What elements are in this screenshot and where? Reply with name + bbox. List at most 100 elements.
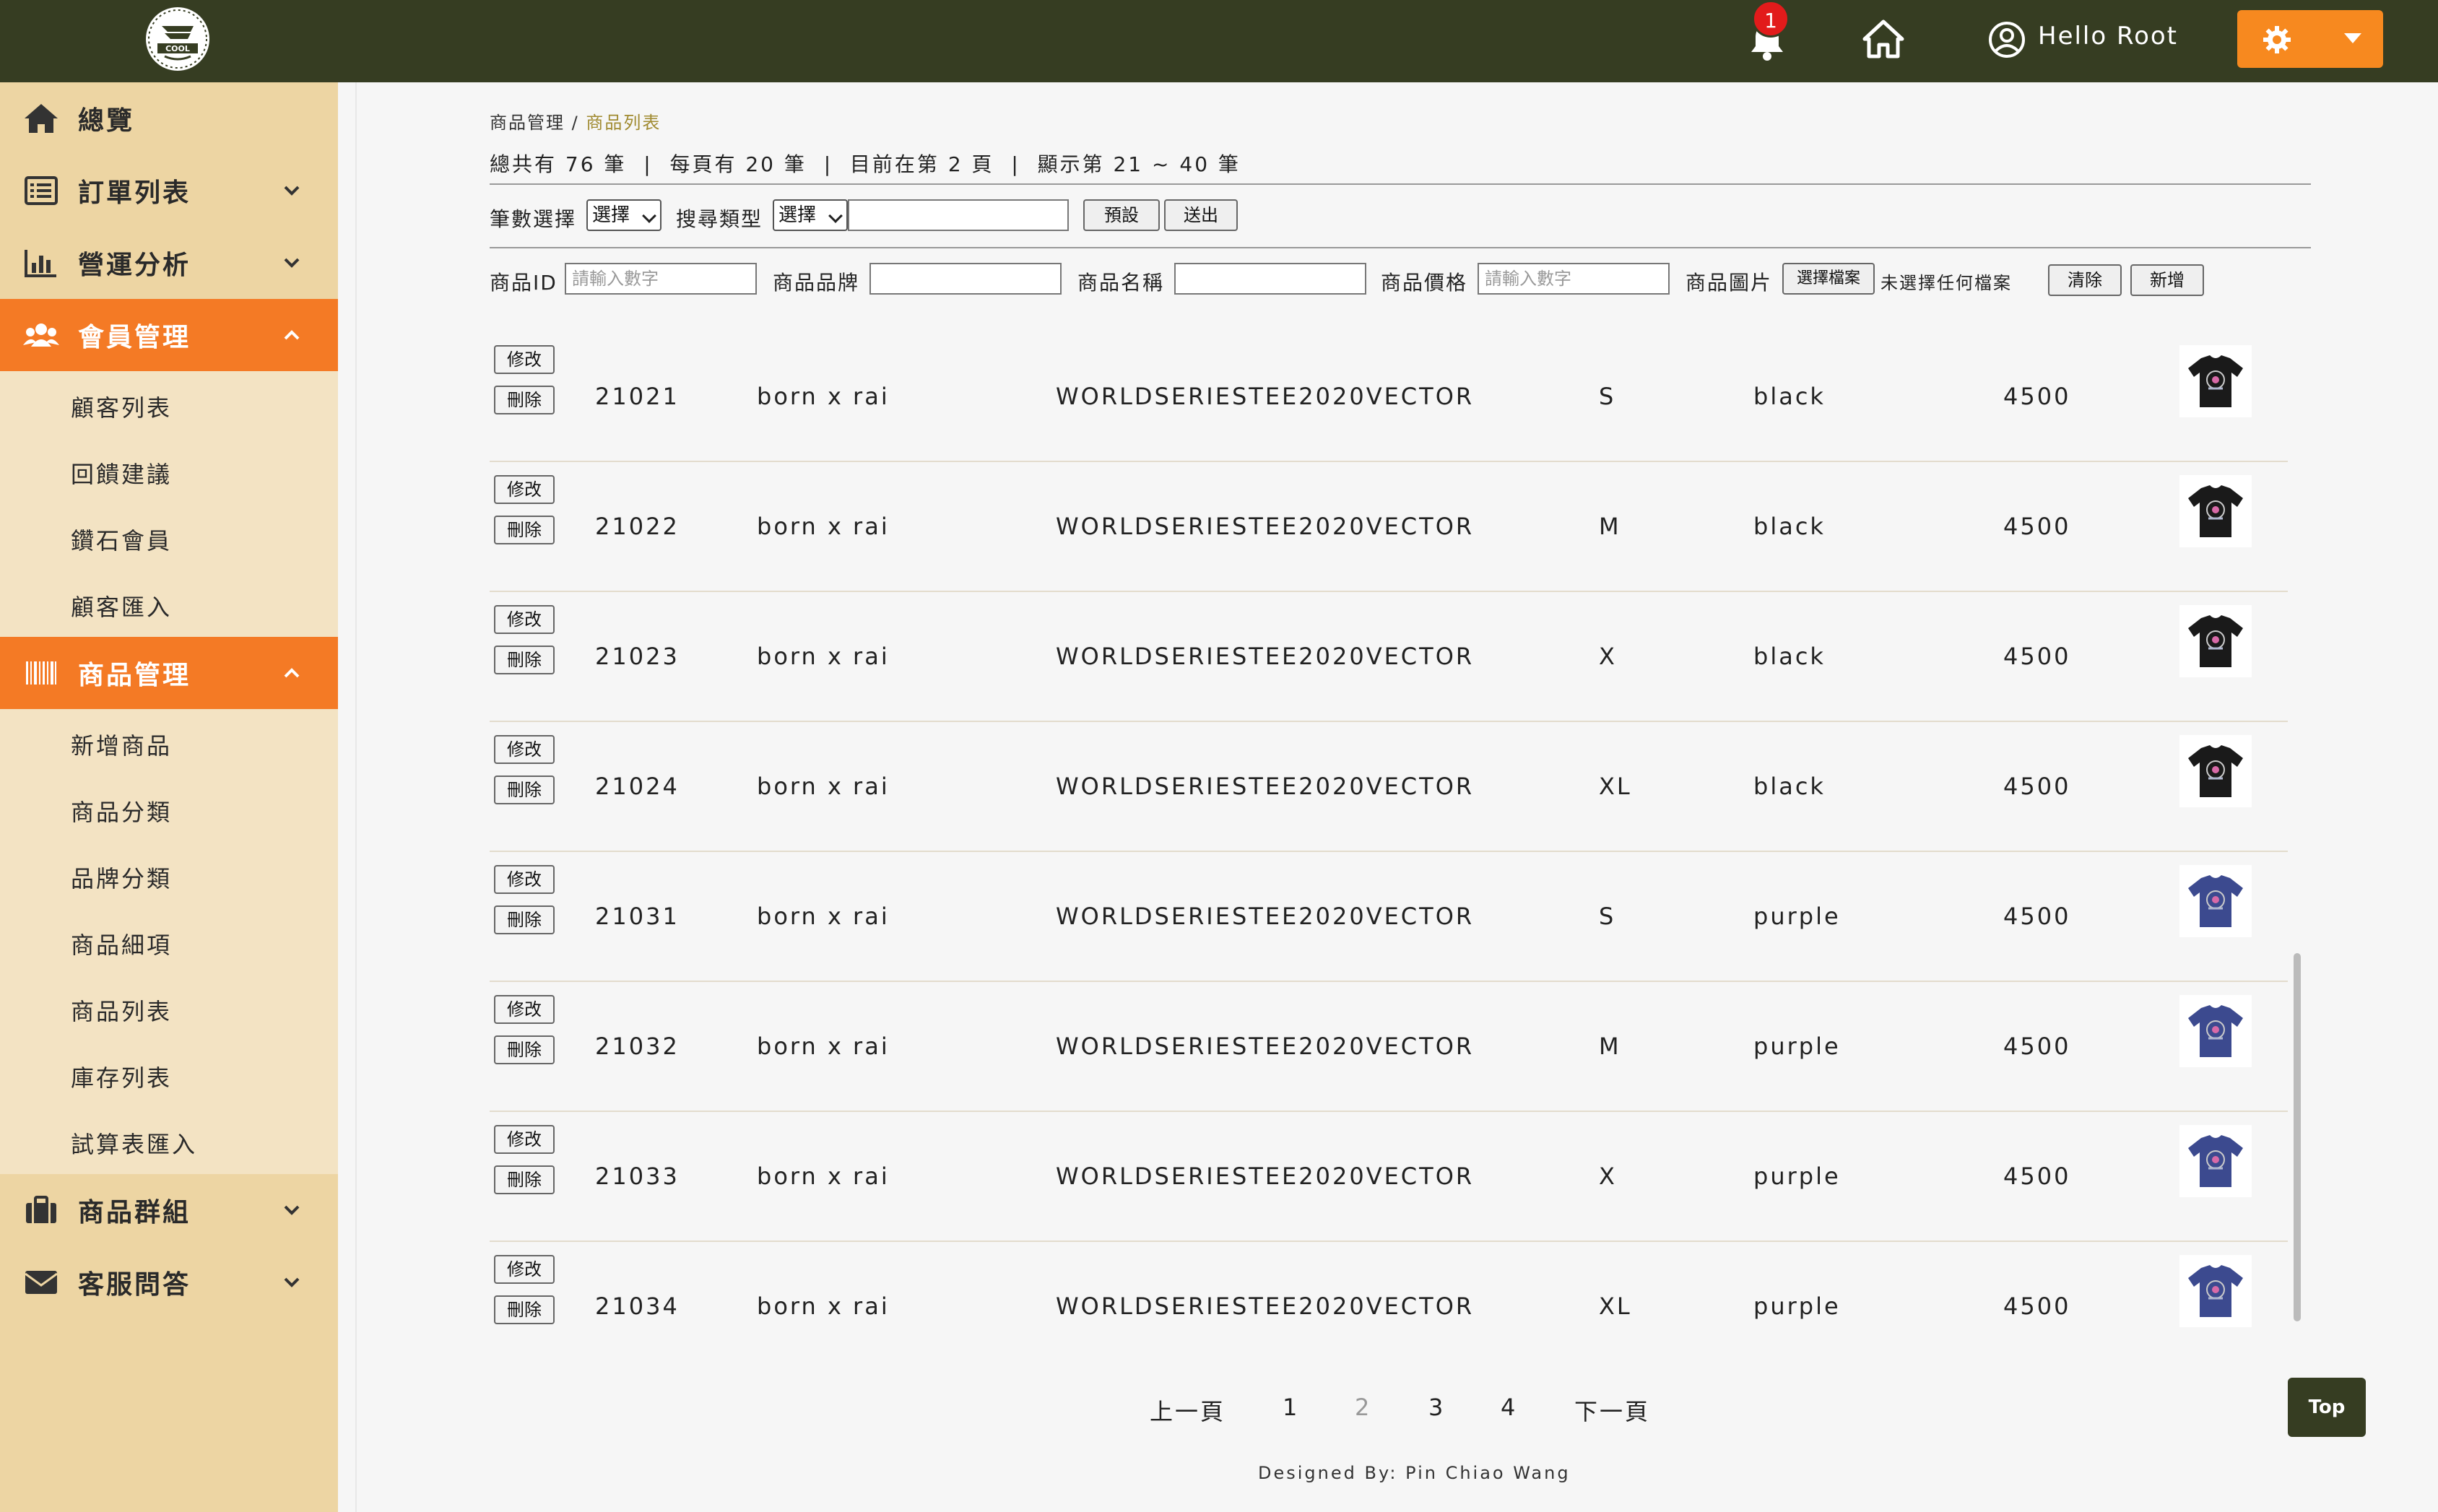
product-id-cell: 21034 — [595, 1292, 680, 1320]
choose-file-button[interactable]: 選擇檔案 — [1782, 263, 1875, 295]
product-price-cell: 4500 — [2003, 643, 2071, 670]
greeting-text[interactable]: Hello Root — [2038, 22, 2178, 51]
product-color-cell: black — [1753, 773, 1826, 800]
sidebar-subitem-feedback[interactable]: 回饋建議 — [0, 438, 338, 504]
sidebar-item-customer-service[interactable]: 客服問答 — [0, 1246, 338, 1318]
product-id-cell: 21023 — [595, 643, 680, 670]
user-circle-icon[interactable] — [1987, 20, 2026, 59]
edit-button[interactable]: 修改 — [494, 1125, 555, 1154]
table-row: 修改 刪除 21021 born x rai WORLDSERIESTEE2020VEC… — [490, 332, 2288, 462]
product-brand-cell: born x rai — [757, 383, 890, 410]
delete-button[interactable]: 刪除 — [494, 1295, 555, 1324]
edit-button[interactable]: 修改 — [494, 345, 555, 374]
add-button[interactable]: 新增 — [2130, 264, 2204, 296]
product-thumbnail[interactable] — [2179, 865, 2252, 937]
search-input[interactable] — [848, 199, 1069, 231]
delete-button[interactable]: 刪除 — [494, 1035, 555, 1064]
sidebar-subitem-label: 鑽石會員 — [71, 527, 173, 555]
search-type-select[interactable]: 選擇 — [773, 199, 848, 231]
edit-button[interactable]: 修改 — [494, 605, 555, 634]
table-row: 修改 刪除 21022 born x rai WORLDSERIESTEE2020VEC… — [490, 462, 2288, 592]
tshirt-icon — [2188, 1265, 2243, 1317]
product-name-input[interactable] — [1174, 263, 1366, 295]
sidebar-item-label: 營運分析 — [78, 251, 191, 280]
product-price-cell: 4500 — [2003, 513, 2071, 540]
sidebar-item-orders[interactable]: 訂單列表 — [0, 155, 338, 227]
sidebar-subitem-spreadsheet-import[interactable]: 試算表匯入 — [0, 1108, 338, 1174]
product-color-cell: purple — [1753, 1033, 1841, 1060]
home-icon[interactable] — [1862, 19, 1905, 59]
sidebar-item-analytics[interactable]: 營運分析 — [0, 227, 338, 299]
chevron-up-icon — [284, 668, 300, 678]
chevron-down-icon — [284, 1205, 300, 1215]
cool-logo[interactable]: COOL — [143, 4, 212, 74]
product-id-label: 商品ID — [490, 271, 558, 295]
count-select[interactable]: 選擇 — [586, 199, 661, 231]
sidebar-item-label: 訂單列表 — [78, 178, 191, 208]
envelope-icon — [25, 1271, 58, 1294]
preset-button[interactable]: 預設 — [1083, 199, 1160, 231]
sidebar-subitem-label: 回饋建議 — [71, 461, 173, 488]
submit-button[interactable]: 送出 — [1164, 199, 1238, 231]
sidebar-subitem-label: 顧客列表 — [71, 394, 173, 422]
search-type-label: 搜尋類型 — [676, 207, 763, 231]
page-link-2-current[interactable]: 2 — [1355, 1394, 1371, 1421]
sidebar-item-members[interactable]: 會員管理 — [0, 299, 338, 371]
sidebar-subitem-product-category[interactable]: 商品分類 — [0, 775, 338, 842]
delete-button[interactable]: 刪除 — [494, 646, 555, 674]
delete-button[interactable]: 刪除 — [494, 516, 555, 544]
product-size-cell: M — [1599, 513, 1621, 540]
delete-button[interactable]: 刪除 — [494, 775, 555, 804]
product-thumbnail[interactable] — [2179, 1255, 2252, 1327]
table-row: 修改 刪除 21033 born x rai WORLDSERIESTEE2020VEC… — [490, 1112, 2288, 1242]
delete-button[interactable]: 刪除 — [494, 386, 555, 414]
product-brand-cell: born x rai — [757, 1033, 890, 1060]
page-link-4[interactable]: 4 — [1501, 1394, 1517, 1421]
table-row: 修改 刪除 21034 born x rai WORLDSERIESTEE2020VEC… — [490, 1242, 2288, 1350]
sidebar-subitem-diamond-members[interactable]: 鑽石會員 — [0, 504, 338, 570]
product-brand-input[interactable] — [869, 263, 1062, 295]
product-name-cell: WORLDSERIESTEE2020VECTOR — [1056, 1292, 1475, 1320]
sidebar-item-overview[interactable]: 總覽 — [0, 82, 338, 155]
page-link-1[interactable]: 1 — [1283, 1394, 1299, 1421]
sidebar-subitem-label: 顧客匯入 — [71, 594, 173, 621]
product-thumbnail[interactable] — [2179, 475, 2252, 547]
delete-button[interactable]: 刪除 — [494, 905, 555, 934]
sidebar-subitem-brand-category[interactable]: 品牌分類 — [0, 842, 338, 908]
edit-button[interactable]: 修改 — [494, 475, 555, 504]
edit-button[interactable]: 修改 — [494, 995, 555, 1024]
product-price-cell: 4500 — [2003, 1033, 2071, 1060]
product-id-cell: 21031 — [595, 903, 680, 930]
product-price-input[interactable]: 請輸入數字 — [1478, 263, 1670, 295]
product-id-input[interactable]: 請輸入數字 — [565, 263, 757, 295]
tshirt-icon — [2188, 615, 2243, 667]
product-thumbnail[interactable] — [2179, 995, 2252, 1067]
next-page-link[interactable]: 下一頁 — [1574, 1394, 1650, 1427]
table-scrollbar-thumb[interactable] — [2294, 953, 2301, 1321]
settings-dropdown-button[interactable] — [2237, 10, 2383, 68]
clear-button[interactable]: 清除 — [2048, 264, 2122, 296]
sidebar-subitem-product-details[interactable]: 商品細項 — [0, 908, 338, 975]
edit-button[interactable]: 修改 — [494, 865, 555, 894]
tshirt-icon — [2188, 1135, 2243, 1187]
back-to-top-button[interactable]: Top — [2288, 1378, 2366, 1437]
sidebar-subitem-add-product[interactable]: 新增商品 — [0, 709, 338, 775]
edit-button[interactable]: 修改 — [494, 735, 555, 764]
product-thumbnail[interactable] — [2179, 735, 2252, 807]
sidebar-subitem-inventory-list[interactable]: 庫存列表 — [0, 1041, 338, 1108]
page-link-3[interactable]: 3 — [1428, 1394, 1445, 1421]
product-thumbnail[interactable] — [2179, 605, 2252, 677]
delete-button[interactable]: 刪除 — [494, 1165, 555, 1194]
product-brand-cell: born x rai — [757, 773, 890, 800]
product-size-cell: X — [1599, 643, 1617, 670]
edit-button[interactable]: 修改 — [494, 1255, 555, 1284]
sidebar-subitem-product-list[interactable]: 商品列表 — [0, 975, 338, 1041]
sidebar-item-product-groups[interactable]: 商品群組 — [0, 1174, 338, 1246]
breadcrumb-parent[interactable]: 商品管理 — [490, 113, 565, 133]
sidebar-item-products[interactable]: 商品管理 — [0, 637, 338, 709]
sidebar-subitem-customer-import[interactable]: 顧客匯入 — [0, 570, 338, 637]
product-thumbnail[interactable] — [2179, 345, 2252, 417]
product-thumbnail[interactable] — [2179, 1125, 2252, 1197]
sidebar-subitem-customer-list[interactable]: 顧客列表 — [0, 371, 338, 438]
prev-page-link[interactable]: 上一頁 — [1150, 1394, 1225, 1427]
